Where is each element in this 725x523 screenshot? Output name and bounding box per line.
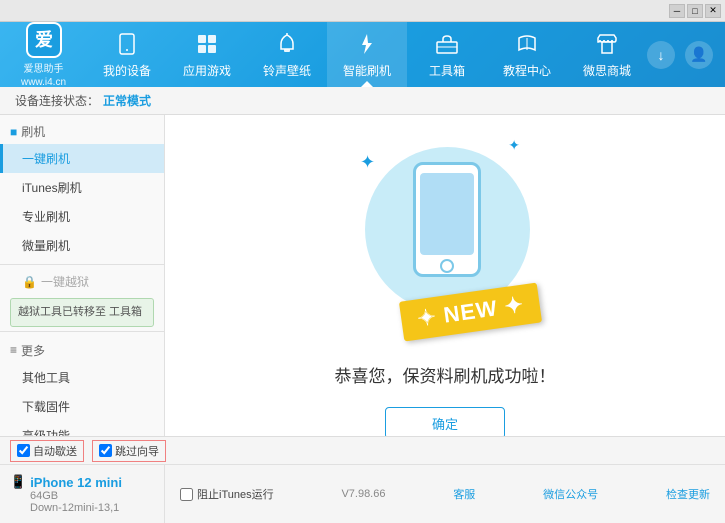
header-right: ↓ 👤 <box>647 41 725 69</box>
phone-screen <box>420 173 474 255</box>
download-firmware-label: 下载固件 <box>22 400 70 414</box>
auto-close-label[interactable]: 自动歇送 <box>33 443 77 459</box>
flash-icon <box>353 30 381 58</box>
nav-ringtone-label: 铃声壁纸 <box>263 62 311 79</box>
window-controls[interactable]: ─ □ ✕ <box>669 4 721 18</box>
status-label: 设备连接状态： <box>15 92 99 109</box>
wechat-public-link[interactable]: 微信公众号 <box>543 486 598 502</box>
download-button[interactable]: ↓ <box>647 41 675 69</box>
nav-my-device-label: 我的设备 <box>103 62 151 79</box>
checkbox-auto-close-wrapper: 自动歇送 <box>10 440 84 462</box>
sidebar-item-other-tools[interactable]: 其他工具 <box>0 363 164 392</box>
device-title-row: 📱 iPhone 12 mini <box>10 474 154 490</box>
nav-items: 我的设备 应用游戏 铃声壁纸 智能刷机 工具箱 <box>87 22 647 87</box>
device-storage: 64GB <box>10 490 154 502</box>
pro-flash-label: 专业刷机 <box>22 210 70 224</box>
nav-tutorial-label: 教程中心 <box>503 62 551 79</box>
device-name: iPhone 12 mini <box>30 475 122 490</box>
logo-area: 爱 爱思助手 www.i4.cn <box>0 22 87 88</box>
nav-app-games[interactable]: 应用游戏 <box>167 22 247 87</box>
customer-service-link[interactable]: 客服 <box>453 486 475 502</box>
wechat-flash-label: 微量刷机 <box>22 239 70 253</box>
nav-shop-label: 微思商城 <box>583 62 631 79</box>
phone-icon: 📱 <box>10 474 26 490</box>
maximize-button[interactable]: □ <box>687 4 703 18</box>
status-value: 正常模式 <box>103 92 151 109</box>
illustration-container: ✦ ✦ ✦ NEW ✦ <box>345 132 545 342</box>
jailbreak-section-label: 一键越狱 <box>41 273 89 290</box>
success-illustration: ✦ ✦ ✦ NEW ✦ 恭喜您，保资料刷机成功啦！ 确定 查看日志 <box>335 132 556 476</box>
more-section-icon: ≡ <box>10 343 17 357</box>
sparkle-left: ✦ <box>360 152 375 173</box>
lock-icon: 🔒 <box>22 275 37 289</box>
nav-toolbox-label: 工具箱 <box>429 62 465 79</box>
more-section-label: 更多 <box>21 342 45 359</box>
sidebar-item-download-firmware[interactable]: 下载固件 <box>0 392 164 421</box>
logo-url: www.i4.cn <box>21 77 66 88</box>
device-info: 📱 iPhone 12 mini 64GB Down-12mini-13,1 <box>0 465 165 523</box>
skip-wizard-label[interactable]: 跳过向导 <box>115 443 159 459</box>
app-footer: 自动歇送 跳过向导 📱 iPhone 12 mini 64GB Down-12m… <box>0 436 725 523</box>
skip-wizard-checkbox[interactable] <box>99 444 112 457</box>
nav-smart-flash[interactable]: 智能刷机 <box>327 22 407 87</box>
close-button[interactable]: ✕ <box>705 4 721 18</box>
one-key-flash-label: 一键刷机 <box>22 152 70 166</box>
sidebar-item-one-key-flash[interactable]: 一键刷机 <box>0 144 164 173</box>
phone-shape <box>413 162 481 277</box>
phone-home-button <box>440 259 454 273</box>
toolbox-icon <box>433 30 461 58</box>
auto-close-checkbox[interactable] <box>17 444 30 457</box>
sidebar-divider-1 <box>0 264 164 265</box>
device-row: 📱 iPhone 12 mini 64GB Down-12mini-13,1 阻… <box>0 465 725 523</box>
nav-shop[interactable]: 微思商城 <box>567 22 647 87</box>
tutorial-icon <box>513 30 541 58</box>
flash-section-icon: ■ <box>10 125 17 139</box>
stop-itunes[interactable]: 阻止iTunes运行 <box>180 486 274 502</box>
sidebar-item-pro-flash[interactable]: 专业刷机 <box>0 202 164 231</box>
status-bar: 设备连接状态： 正常模式 <box>0 87 725 115</box>
checkbox-skip-wizard-wrapper: 跳过向导 <box>92 440 166 462</box>
sidebar-section-flash: ■ 刷机 <box>0 115 164 144</box>
sidebar-item-itunes-flash[interactable]: iTunes刷机 <box>0 173 164 202</box>
nav-smart-flash-label: 智能刷机 <box>343 62 391 79</box>
stop-itunes-label: 阻止iTunes运行 <box>197 486 274 502</box>
nav-toolbox[interactable]: 工具箱 <box>407 22 487 87</box>
device-icon <box>113 30 141 58</box>
version-text: V7.98.66 <box>341 488 385 500</box>
device-version: Down-12mini-13,1 <box>10 502 154 514</box>
shop-icon <box>593 30 621 58</box>
nav-tutorial[interactable]: 教程中心 <box>487 22 567 87</box>
check-update-link[interactable]: 检查更新 <box>666 486 710 502</box>
sidebar-section-more: ≡ 更多 <box>0 336 164 363</box>
other-tools-label: 其他工具 <box>22 371 70 385</box>
nav-app-games-label: 应用游戏 <box>183 62 231 79</box>
logo-icon: 爱 <box>26 22 62 58</box>
sidebar-item-wechat-flash[interactable]: 微量刷机 <box>0 231 164 260</box>
logo-svg: 爱 <box>28 24 60 56</box>
title-bar: ─ □ ✕ <box>0 0 725 22</box>
nav-ringtone[interactable]: 铃声壁纸 <box>247 22 327 87</box>
sidebar-section-jailbreak: 🔒 一键越狱 <box>0 269 164 294</box>
checkboxes-row: 自动歇送 跳过向导 <box>0 437 725 465</box>
success-message: 恭喜您，保资料刷机成功啦！ <box>335 362 556 387</box>
flash-section-label: 刷机 <box>21 123 45 140</box>
app-header: 爱 爱思助手 www.i4.cn 我的设备 应用游戏 铃声壁纸 <box>0 22 725 87</box>
svg-text:爱: 爱 <box>35 30 53 50</box>
stop-itunes-checkbox[interactable] <box>180 488 193 501</box>
footer-right: 阻止iTunes运行 V7.98.66 客服 微信公众号 检查更新 <box>165 486 725 502</box>
logo-name: 爱思助手 <box>24 60 64 75</box>
sparkle-right: ✦ <box>508 137 520 154</box>
nav-my-device[interactable]: 我的设备 <box>87 22 167 87</box>
minimize-button[interactable]: ─ <box>669 4 685 18</box>
jailbreak-info-box: 越狱工具已转移至 工具箱 <box>10 298 154 327</box>
sidebar-divider-2 <box>0 331 164 332</box>
confirm-button[interactable]: 确定 <box>385 407 505 439</box>
itunes-flash-label: iTunes刷机 <box>22 181 82 195</box>
ringtone-icon <box>273 30 301 58</box>
user-button[interactable]: 👤 <box>685 41 713 69</box>
app-icon <box>193 30 221 58</box>
